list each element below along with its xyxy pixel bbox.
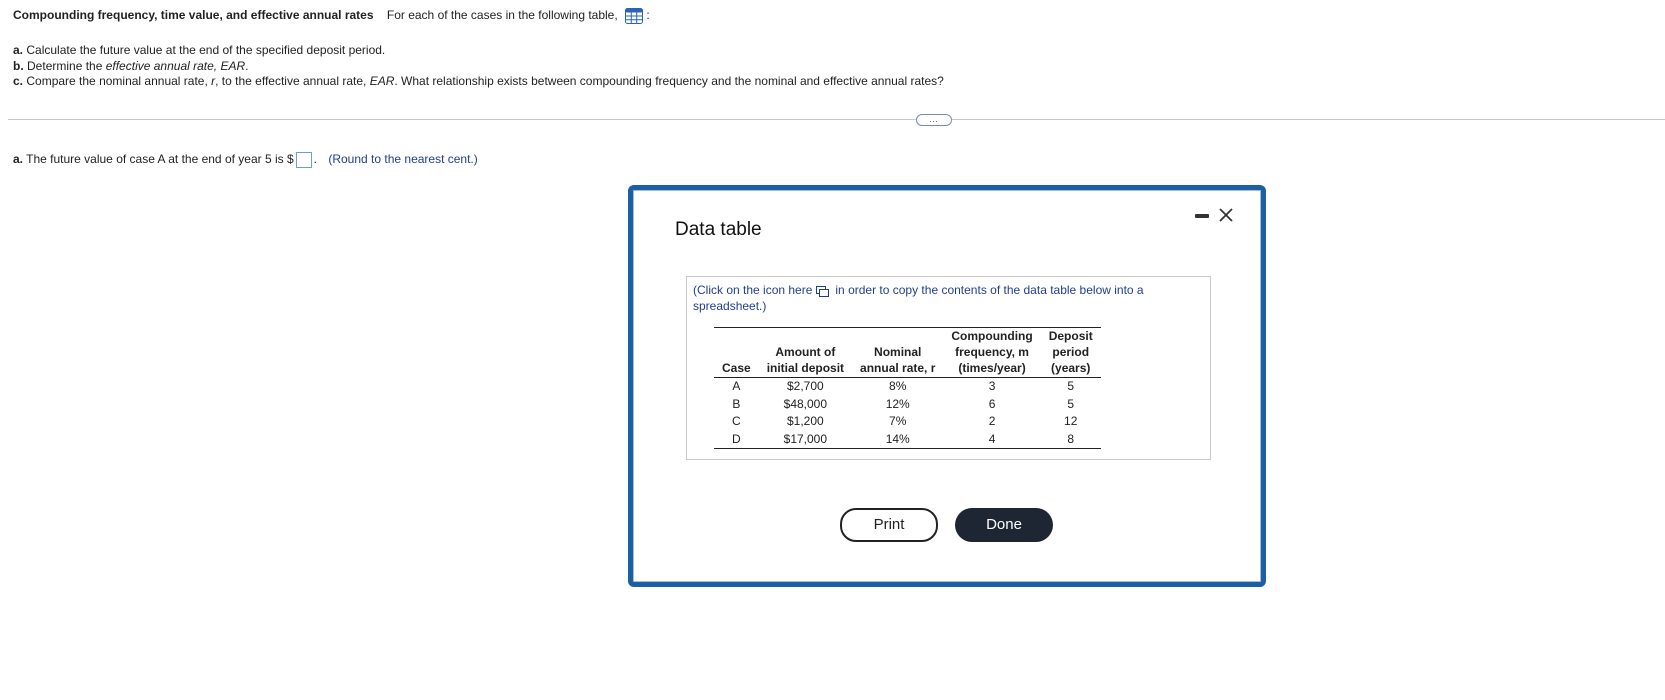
cell-case: A: [732, 379, 741, 393]
part-text: . What relationship exists between compo…: [394, 74, 944, 88]
table-row: C $1,200 7% 2 12: [714, 413, 1101, 431]
data-table-dialog: Data table (Click on the icon here in ord…: [630, 187, 1264, 585]
part-text: .: [245, 58, 249, 73]
cell-case: B: [732, 396, 741, 411]
col-header-rate: Nominal annual rate, r: [852, 328, 944, 378]
part-letter: c.: [13, 74, 24, 88]
cell-amount: $2,700: [787, 379, 824, 393]
cell-rate: 14%: [852, 430, 944, 449]
minimize-icon[interactable]: [1195, 214, 1209, 218]
part-text: Determine the: [27, 58, 106, 73]
question-title: Compounding frequency, time value, and e…: [13, 8, 650, 24]
part-c: c. Compare the nominal annual rate, r, t…: [13, 74, 944, 90]
col-header-amount: Amount of initial deposit: [758, 328, 853, 378]
col-header-case: Case: [714, 328, 759, 378]
answer-period: .: [313, 152, 317, 167]
cell-amount: $1,200: [787, 414, 824, 428]
data-table-icon[interactable]: [625, 8, 644, 24]
rounding-note: (Round to the nearest cent.): [328, 152, 478, 167]
question-title-colon: :: [646, 8, 650, 23]
expand-ellipsis-button[interactable]: …: [916, 114, 952, 126]
col-header-frequency: Compounding frequency, m (times/year): [943, 328, 1041, 378]
cell-period: 5: [1067, 396, 1075, 411]
col-header-period: Deposit period (years): [1040, 328, 1101, 378]
cell-rate: 7%: [889, 414, 907, 428]
cell-period: 8: [1040, 430, 1101, 449]
part-b: b. Determine the effective annual rate, …: [13, 59, 944, 75]
cell-frequency: 3: [988, 379, 996, 393]
cell-frequency: 4: [943, 430, 1041, 449]
future-value-input[interactable]: [295, 152, 312, 168]
question-title-bold: Compounding frequency, time value, and e…: [13, 8, 374, 23]
done-button[interactable]: Done: [955, 508, 1053, 542]
answer-text: The future value of case A at the end of…: [26, 152, 294, 167]
cell-frequency: 2: [988, 414, 996, 428]
part-text: Compare the nominal annual rate,: [26, 74, 212, 88]
part-letter: b.: [13, 58, 24, 73]
cell-rate: 8%: [889, 379, 907, 393]
cell-frequency: 6: [988, 396, 996, 411]
copy-to-spreadsheet-icon[interactable]: [816, 285, 830, 298]
close-icon[interactable]: [1217, 206, 1235, 224]
table-row: B $48,000 12% 6 5: [714, 396, 1101, 414]
cell-case: C: [732, 414, 741, 428]
part-text: Calculate the future value at the end of…: [26, 43, 386, 57]
copy-note: (Click on the icon here in order to copy …: [693, 282, 1193, 314]
cell-amount: $17,000: [758, 430, 853, 449]
part-letter: a.: [13, 43, 24, 57]
copy-note-text: (Click on the icon here: [693, 283, 813, 297]
data-table-frame: (Click on the icon here in order to copy …: [686, 276, 1211, 460]
cell-amount: $48,000: [783, 396, 828, 411]
question-title-text: For each of the cases in the following t…: [386, 8, 618, 23]
part-text-italic: EAR: [369, 74, 395, 88]
answer-letter: a.: [13, 152, 24, 167]
cell-rate: 12%: [885, 396, 910, 411]
answer-line: a. The future value of case A at the end…: [13, 152, 478, 168]
question-parts: a. Calculate the future value at the end…: [13, 43, 944, 90]
dialog-title: Data table: [675, 219, 762, 240]
cell-period: 12: [1064, 414, 1078, 428]
data-table: Case Amount of initial deposit Nominal ann…: [714, 327, 1101, 449]
part-text-italic: effective annual rate, EAR: [105, 58, 246, 73]
part-text: , to the effective annual rate,: [215, 74, 370, 88]
print-button[interactable]: Print: [840, 508, 938, 542]
table-row: A $2,700 8% 3 5: [714, 378, 1101, 396]
table-row: D $17,000 14% 4 8: [714, 430, 1101, 449]
cell-case: D: [714, 430, 759, 449]
part-a: a. Calculate the future value at the end…: [13, 43, 944, 59]
section-divider: [8, 119, 1665, 120]
cell-period: 5: [1067, 379, 1075, 393]
